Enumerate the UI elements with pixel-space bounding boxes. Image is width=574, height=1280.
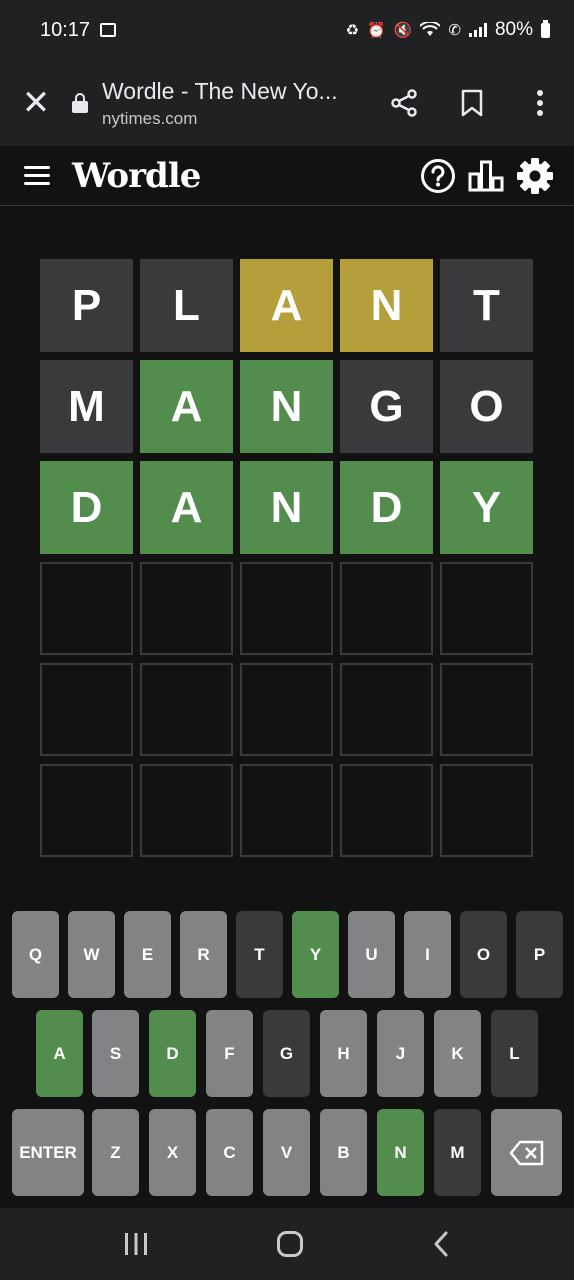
board-tile: Y [440,461,533,554]
wifi-calling-icon: ✆ [448,22,461,39]
board-tile: N [340,259,433,352]
url-bar[interactable]: Wordle - The New Yo... nytimes.com [102,78,352,129]
settings-gear-icon[interactable] [516,157,554,195]
board-tile [240,562,333,655]
board-tile [440,764,533,857]
hamburger-menu-icon[interactable] [24,166,50,185]
board-tile: N [240,360,333,453]
system-nav-bar [0,1208,574,1280]
board-tile: L [140,259,233,352]
board-tile: D [340,461,433,554]
more-options-icon[interactable] [506,90,574,116]
board-tile: N [240,461,333,554]
board-tile: A [140,461,233,554]
board-tile [240,663,333,756]
board-tile [340,562,433,655]
status-bar: 10:17 ♻ ⏰ 🔇 ✆ 80% [0,0,574,60]
key-e[interactable]: E [124,911,171,998]
key-r[interactable]: R [180,911,227,998]
key-y[interactable]: Y [292,911,339,998]
game-header: Wordle [0,146,574,206]
board-tile [40,764,133,857]
key-l[interactable]: L [491,1010,538,1097]
board-tile [140,663,233,756]
key-b[interactable]: B [320,1109,367,1196]
key-q[interactable]: Q [12,911,59,998]
board-tile: G [340,360,433,453]
key-p[interactable]: P [516,911,563,998]
key-m[interactable]: M [434,1109,481,1196]
board-tile: A [240,259,333,352]
backspace-key[interactable] [491,1109,562,1196]
bookmark-icon[interactable] [438,89,506,117]
key-d[interactable]: D [149,1010,196,1097]
key-k[interactable]: K [434,1010,481,1097]
board-tile [140,764,233,857]
key-n[interactable]: N [377,1109,424,1196]
board-tile [40,663,133,756]
board-tile: M [40,360,133,453]
board-tile [140,562,233,655]
help-icon[interactable] [420,158,456,194]
keyboard-row: ASDFGHJKL [0,1010,574,1097]
enter-key[interactable]: ENTER [12,1109,84,1196]
back-icon[interactable] [431,1230,451,1258]
keyboard-row: ENTER Z X C V B N M [0,1109,574,1196]
recent-apps-icon[interactable] [123,1231,149,1257]
lock-icon[interactable] [72,93,88,113]
page-title: Wordle - The New Yo... [102,77,338,104]
battery-icon [541,19,550,38]
key-i[interactable]: I [404,911,451,998]
key-v[interactable]: V [263,1109,310,1196]
gallery-notification-icon [100,23,117,37]
battery-percent: 80% [494,19,533,40]
board-tile: A [140,360,233,453]
signal-icon [468,23,487,37]
key-j[interactable]: J [377,1010,424,1097]
board-tile [440,562,533,655]
key-c[interactable]: C [206,1109,253,1196]
key-t[interactable]: T [236,911,283,998]
mute-icon: 🔇 [393,22,413,39]
alarm-icon: ⏰ [367,22,386,39]
key-u[interactable]: U [348,911,395,998]
key-x[interactable]: X [149,1109,196,1196]
board-tile [240,764,333,857]
board-tile [440,663,533,756]
home-icon[interactable] [276,1230,304,1258]
statistics-icon[interactable] [468,160,504,192]
sync-icon: ♻ [345,22,360,39]
key-s[interactable]: S [92,1010,139,1097]
board-tile: D [40,461,133,554]
page-domain: nytimes.com [102,108,198,128]
status-time: 10:17 [40,18,91,41]
wifi-icon [420,22,441,36]
board-tile: P [40,259,133,352]
game-board: PLANTMANGODANDY [40,259,534,857]
board-tile: T [440,259,533,352]
share-icon[interactable] [370,88,438,118]
key-g[interactable]: G [263,1010,310,1097]
board-tile [340,663,433,756]
key-a[interactable]: A [36,1010,83,1097]
keyboard-row: QWERTYUIOP [0,911,574,998]
close-tab-icon[interactable]: ✕ [0,83,72,123]
key-z[interactable]: Z [92,1109,139,1196]
game-title: Wordle [72,155,201,196]
key-w[interactable]: W [68,911,115,998]
board-tile: O [440,360,533,453]
key-o[interactable]: O [460,911,507,998]
key-h[interactable]: H [320,1010,367,1097]
backspace-icon [509,1140,543,1165]
browser-toolbar: ✕ Wordle - The New Yo... nytimes.com [0,60,574,146]
status-icons: ♻ ⏰ 🔇 ✆ 80% [346,19,550,41]
key-f[interactable]: F [206,1010,253,1097]
board-tile [40,562,133,655]
board-tile [340,764,433,857]
